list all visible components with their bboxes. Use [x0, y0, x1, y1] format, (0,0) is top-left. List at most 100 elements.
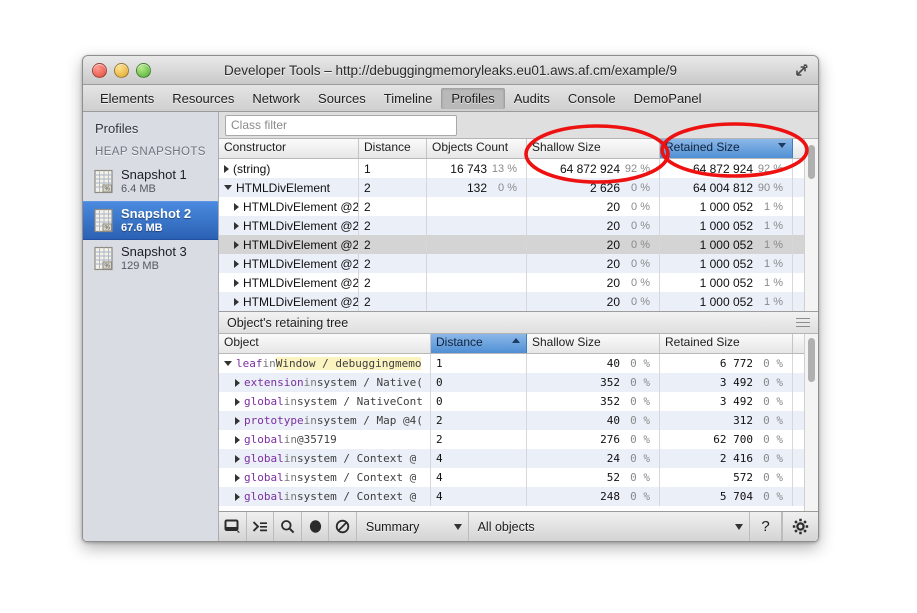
- sidebar-item-snapshot-2[interactable]: %Snapshot 267.6 MB: [83, 201, 218, 241]
- table-row[interactable]: HTMLDivElement @22200 %1 000 0521 %: [219, 292, 818, 311]
- object-filter-select[interactable]: All objects: [469, 512, 751, 541]
- zoom-button[interactable]: [136, 63, 151, 78]
- help-button[interactable]: ?: [750, 512, 781, 541]
- tree-row[interactable]: global in system / Context @4240 %2 4160…: [219, 449, 818, 468]
- constructors_grid-column-header-distance[interactable]: Distance: [359, 139, 427, 158]
- expand-twisty-icon[interactable]: [234, 222, 239, 230]
- expand-twisty-icon[interactable]: [235, 417, 240, 425]
- tab-demopanel[interactable]: DemoPanel: [625, 88, 711, 109]
- table-row[interactable]: HTMLDivElement @22200 %1 000 0521 %: [219, 216, 818, 235]
- expand-twisty-icon[interactable]: [235, 493, 240, 501]
- expand-twisty-icon[interactable]: [235, 436, 240, 444]
- expand-twisty-icon[interactable]: [234, 279, 239, 287]
- shallow-size-cell: 3520 %: [527, 392, 660, 411]
- constructor-cell: HTMLDivElement @2: [219, 254, 359, 273]
- objects-count-cell: [427, 292, 527, 311]
- retainer-in-label: in: [284, 471, 297, 484]
- class-filter-bar: Class filter: [219, 112, 818, 139]
- constructor-cell: HTMLDivElement @2: [219, 216, 359, 235]
- tab-console[interactable]: Console: [559, 88, 625, 109]
- gear-icon[interactable]: [783, 512, 818, 541]
- expand-twisty-icon[interactable]: [224, 165, 229, 173]
- minimize-button[interactable]: [114, 63, 129, 78]
- percent: 0 %: [620, 452, 654, 465]
- retaining_grid-column-header-object[interactable]: Object: [219, 334, 431, 353]
- distance-cell: 2: [431, 411, 527, 430]
- tab-timeline[interactable]: Timeline: [375, 88, 442, 109]
- retaining_grid-column-header-retained-size[interactable]: Retained Size: [660, 334, 793, 353]
- constructors_grid-column-header-constructor[interactable]: Constructor: [219, 139, 359, 158]
- retained-size-cell: 3 4920 %: [660, 373, 793, 392]
- retaining-scrollbar[interactable]: [804, 334, 818, 511]
- record-icon[interactable]: [302, 512, 330, 541]
- retaining_grid-column-header-shallow-size[interactable]: Shallow Size: [527, 334, 660, 353]
- retainer-in-label: in: [263, 357, 276, 370]
- tab-elements[interactable]: Elements: [91, 88, 163, 109]
- retainer-key: leaf: [236, 357, 263, 370]
- tab-network[interactable]: Network: [243, 88, 309, 109]
- dock-panel-icon[interactable]: [219, 512, 247, 541]
- percent: 1 %: [753, 296, 787, 308]
- tree-row[interactable]: global in system / Context @4520 %5720 %: [219, 468, 818, 487]
- column-label: Distance: [436, 335, 483, 349]
- shallow-size-cell: 200 %: [527, 216, 660, 235]
- tree-row[interactable]: global in system / NativeCont03520 %3 49…: [219, 392, 818, 411]
- expand-twisty-icon[interactable]: [234, 298, 239, 306]
- table-row[interactable]: HTMLDivElement21320 %2 6260 %64 004 8129…: [219, 178, 818, 197]
- constructor-name: HTMLDivElement @2: [243, 295, 359, 309]
- table-row[interactable]: HTMLDivElement @22200 %1 000 0521 %: [219, 273, 818, 292]
- percent: 0 %: [753, 414, 787, 427]
- retained-size-cell: 3120 %: [660, 411, 793, 430]
- shallow-size-cell: 520 %: [527, 468, 660, 487]
- expand-twisty-icon[interactable]: [234, 241, 239, 249]
- value: 6 772: [720, 357, 753, 370]
- constructors_grid-column-header-retained-size[interactable]: Retained Size: [660, 139, 793, 158]
- table-row[interactable]: HTMLDivElement @22200 %1 000 0521 %: [219, 197, 818, 216]
- expand-twisty-icon[interactable]: [235, 474, 240, 482]
- grip-icon[interactable]: [796, 318, 810, 330]
- table-row[interactable]: HTMLDivElement @22200 %1 000 0521 %: [219, 254, 818, 273]
- tab-profiles[interactable]: Profiles: [441, 88, 504, 109]
- sidebar-item-snapshot-1[interactable]: %Snapshot 16.4 MB: [83, 163, 218, 201]
- retaining_grid-column-header-distance[interactable]: Distance: [431, 334, 527, 353]
- percent: 1 %: [753, 258, 787, 270]
- table-row[interactable]: HTMLDivElement @22200 %1 000 0521 %: [219, 235, 818, 254]
- tree-row[interactable]: extension in system / Native(03520 %3 49…: [219, 373, 818, 392]
- tree-row[interactable]: global in @3571922760 %62 7000 %: [219, 430, 818, 449]
- clear-icon[interactable]: [329, 512, 357, 541]
- tree-row[interactable]: global in system / Context @42480 %5 704…: [219, 487, 818, 506]
- table-row[interactable]: (string)116 74313 %64 872 92492 %64 872 …: [219, 159, 818, 178]
- constructors_grid-column-header-shallow-size[interactable]: Shallow Size: [527, 139, 660, 158]
- tab-resources[interactable]: Resources: [163, 88, 243, 109]
- tab-audits[interactable]: Audits: [505, 88, 559, 109]
- tab-sources[interactable]: Sources: [309, 88, 375, 109]
- constructor-name: HTMLDivElement @2: [243, 200, 359, 214]
- collapse-twisty-icon[interactable]: [224, 361, 232, 366]
- tree-row[interactable]: leaf in Window / debuggingmemo1400 %6 77…: [219, 354, 818, 373]
- scrollbar-thumb[interactable]: [808, 145, 815, 179]
- snapshot-size: 6.4 MB: [121, 183, 187, 196]
- search-icon[interactable]: [274, 512, 302, 541]
- console-drawer-icon[interactable]: [247, 512, 275, 541]
- view-mode-select[interactable]: Summary: [357, 512, 469, 541]
- constructors-scrollbar[interactable]: [804, 139, 818, 311]
- constructors_grid-column-header-objects-count[interactable]: Objects Count: [427, 139, 527, 158]
- retaining-grid-header: Object Distance Shallow SizeRetained Size: [219, 334, 818, 354]
- percent: 0 %: [753, 452, 787, 465]
- expand-twisty-icon[interactable]: [235, 455, 240, 463]
- tree-row[interactable]: prototype in system / Map @4(2400 %3120 …: [219, 411, 818, 430]
- sidebar-item-snapshot-3[interactable]: %Snapshot 3129 MB: [83, 240, 218, 278]
- sort-arrow-up-icon: [512, 338, 520, 343]
- scrollbar-thumb[interactable]: [808, 338, 815, 382]
- expand-twisty-icon[interactable]: [234, 203, 239, 211]
- expand-icon[interactable]: [792, 60, 812, 80]
- expand-twisty-icon[interactable]: [235, 379, 240, 387]
- close-button[interactable]: [92, 63, 107, 78]
- collapse-twisty-icon[interactable]: [224, 185, 232, 190]
- expand-twisty-icon[interactable]: [234, 260, 239, 268]
- class-filter-input[interactable]: Class filter: [225, 115, 457, 136]
- objects-count-cell: [427, 197, 527, 216]
- svg-text:%: %: [105, 264, 111, 270]
- distance-cell: 2: [431, 430, 527, 449]
- expand-twisty-icon[interactable]: [235, 398, 240, 406]
